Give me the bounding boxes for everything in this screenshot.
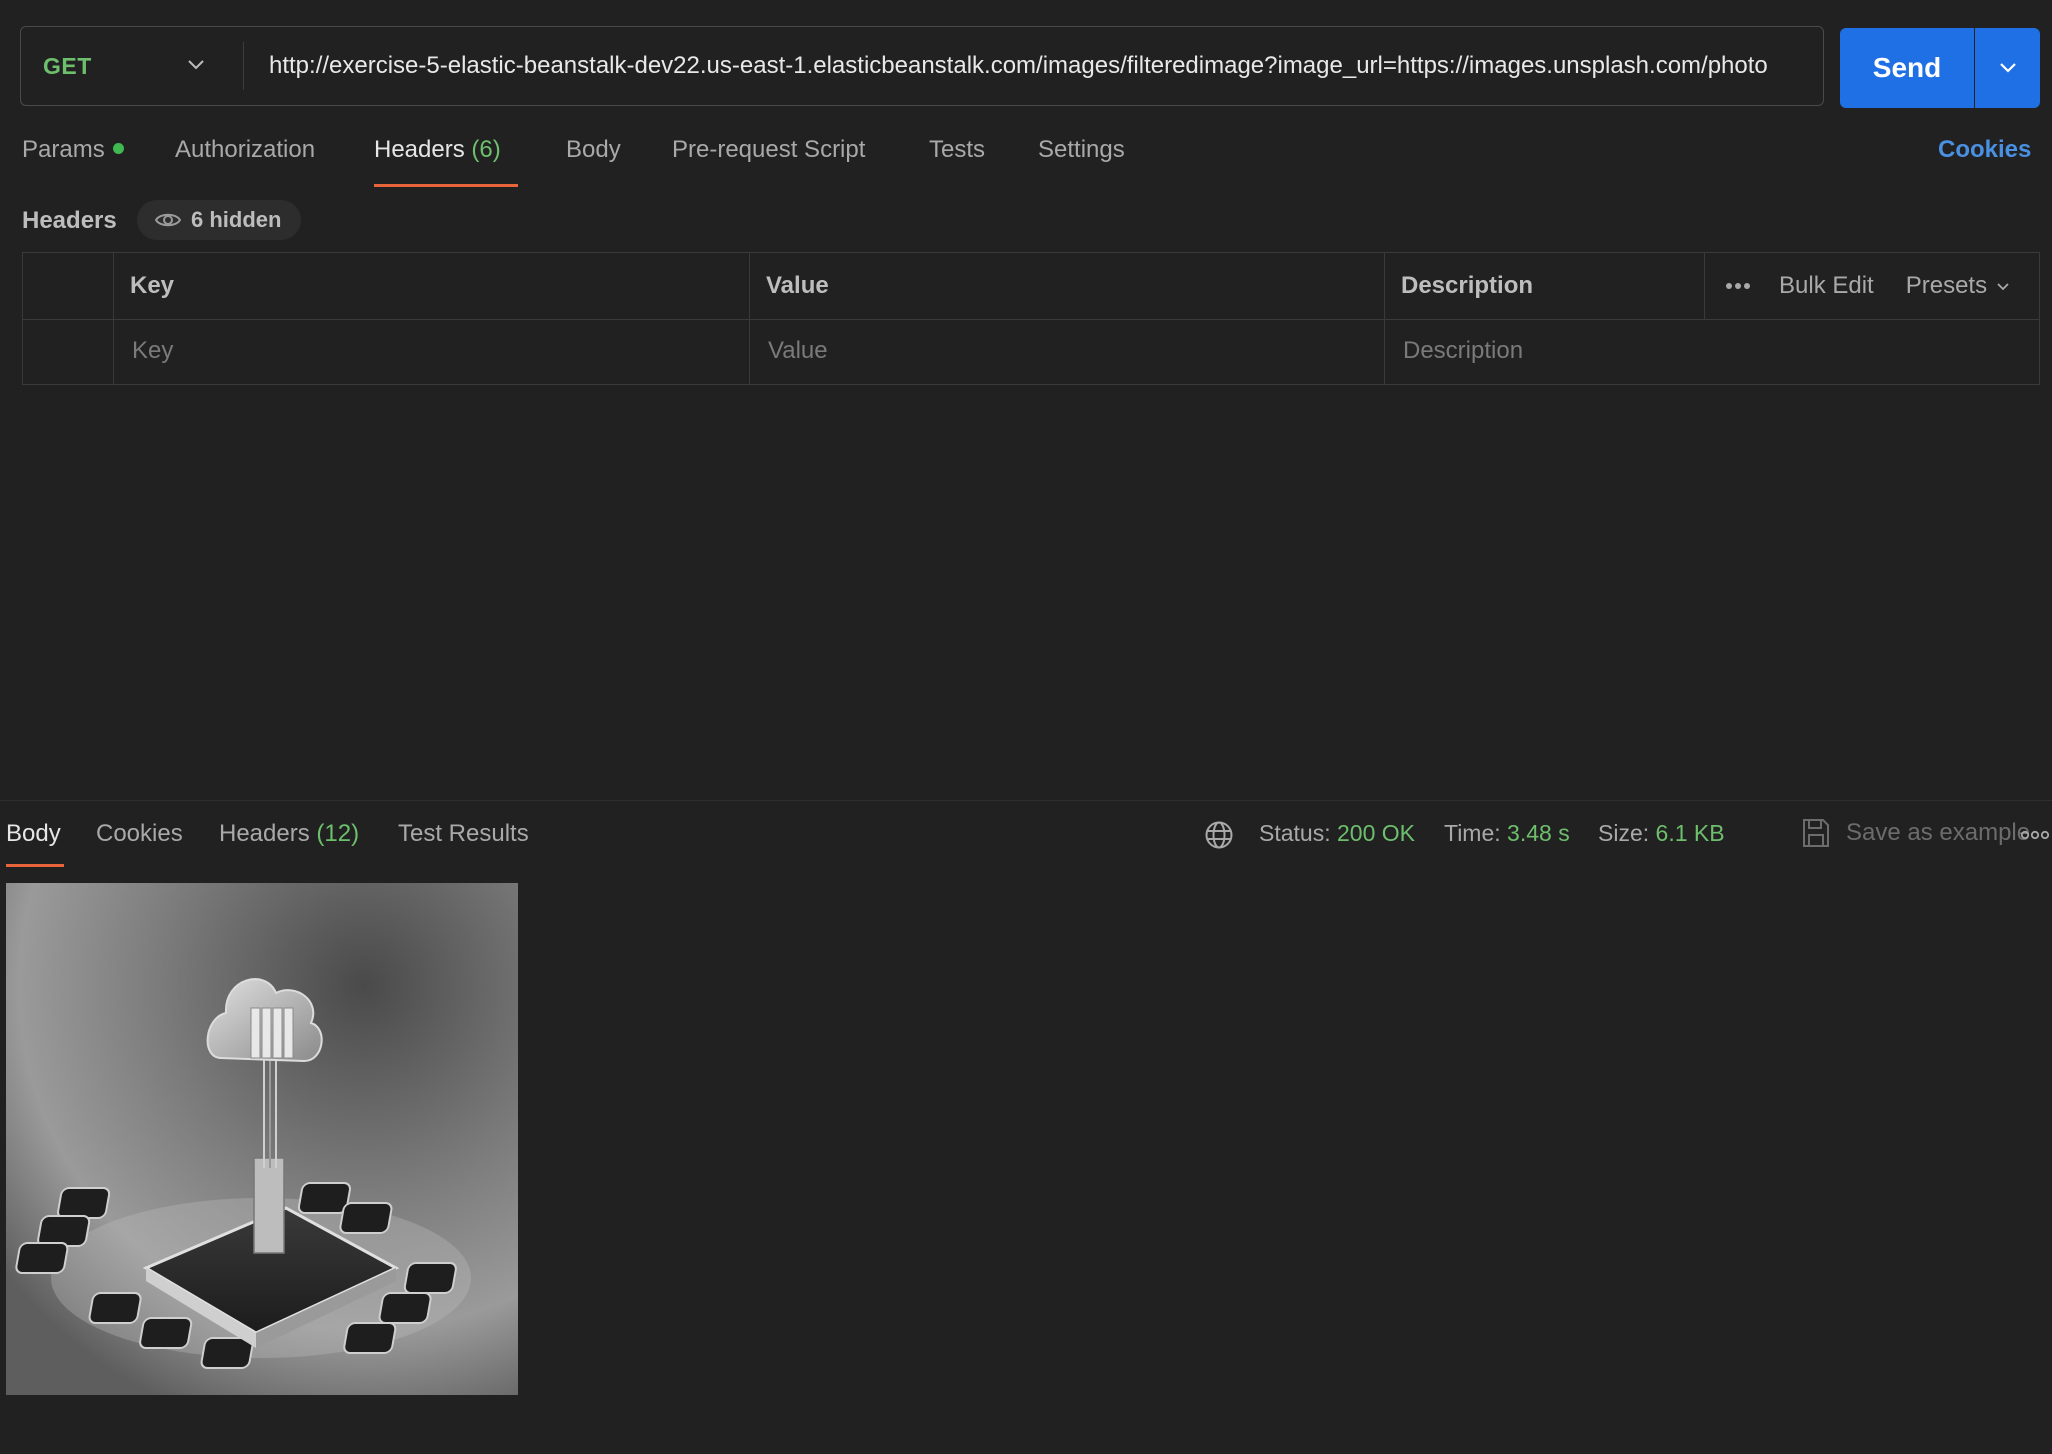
- tab-headers-count: (6): [471, 136, 501, 163]
- response-image: [6, 883, 518, 1395]
- time-value: 3.48 s: [1507, 820, 1570, 846]
- row-checkbox-cell: [23, 319, 114, 384]
- table-header-row: Key Value Description Bulk Edit Presets: [23, 253, 2039, 320]
- column-header-value: Value: [750, 253, 1385, 319]
- description-input[interactable]: Description: [1385, 319, 2039, 384]
- tab-params[interactable]: Params: [22, 136, 124, 184]
- size-value: 6.1 KB: [1655, 820, 1725, 846]
- tab-authorization[interactable]: Authorization: [175, 136, 315, 184]
- presets-label: Presets: [1905, 272, 1988, 299]
- hidden-headers-label: 6 hidden: [191, 207, 282, 232]
- column-header-description: Description: [1385, 253, 1705, 319]
- more-options-icon[interactable]: [1725, 282, 1751, 290]
- tab-headers-label: Headers: [374, 136, 465, 163]
- chevron-down-icon: [188, 60, 204, 70]
- method-select[interactable]: GET: [21, 27, 243, 105]
- checkbox-column-header: [23, 253, 114, 319]
- tab-settings[interactable]: Settings: [1038, 136, 1125, 184]
- presets-dropdown[interactable]: Presets: [1906, 272, 2011, 300]
- response-tab-body[interactable]: Body: [6, 820, 61, 848]
- hidden-headers-toggle[interactable]: 6 hidden: [137, 200, 302, 240]
- cloud-chip-illustration: [6, 883, 518, 1395]
- tab-body[interactable]: Body: [566, 136, 621, 184]
- save-as-example-button[interactable]: Save as example: [1802, 818, 2030, 848]
- tab-prerequest-script[interactable]: Pre-request Script: [672, 136, 865, 184]
- table-actions: Bulk Edit Presets: [1705, 253, 2039, 319]
- chevron-down-icon: [1999, 63, 2016, 73]
- tab-params-label: Params: [22, 136, 105, 163]
- eye-icon: [155, 213, 181, 227]
- response-tab-headers-label: Headers: [219, 820, 310, 847]
- save-icon: [1803, 819, 1829, 847]
- headers-section-title: Headers: [22, 207, 117, 234]
- status-label: Status:: [1259, 820, 1331, 846]
- cookies-link[interactable]: Cookies: [1938, 136, 2031, 164]
- globe-icon[interactable]: [1204, 820, 1234, 850]
- tab-tests[interactable]: Tests: [929, 136, 985, 184]
- send-button[interactable]: Send: [1840, 28, 1974, 108]
- response-tab-cookies[interactable]: Cookies: [96, 820, 183, 848]
- size-label: Size:: [1598, 820, 1650, 846]
- response-time[interactable]: Time: 3.48 s: [1444, 820, 1570, 847]
- response-status[interactable]: Status: 200 OK: [1259, 820, 1415, 847]
- url-bar: GET http://exercise-5-elastic-beanstalk-…: [20, 26, 1824, 106]
- url-input[interactable]: http://exercise-5-elastic-beanstalk-dev2…: [269, 27, 1799, 105]
- response-tab-headers-count: (12): [316, 820, 360, 847]
- bulk-edit-button[interactable]: Bulk Edit: [1779, 272, 1874, 300]
- response-tab-headers[interactable]: Headers (12): [219, 820, 359, 848]
- key-input[interactable]: Key: [114, 319, 750, 384]
- value-input[interactable]: Value: [750, 319, 1385, 384]
- pane-divider[interactable]: [0, 800, 2052, 801]
- response-active-tab-indicator: [6, 864, 64, 867]
- column-header-key: Key: [114, 253, 750, 319]
- params-active-dot: [112, 143, 124, 155]
- send-options-button[interactable]: [1975, 28, 2040, 108]
- save-as-example-label: Save as example: [1846, 819, 2031, 846]
- url-separator: [243, 42, 244, 90]
- response-tab-test-results[interactable]: Test Results: [398, 820, 529, 848]
- time-label: Time:: [1444, 820, 1501, 846]
- tab-headers[interactable]: Headers (6): [374, 136, 501, 184]
- active-tab-indicator: [374, 184, 518, 187]
- method-label: GET: [43, 52, 92, 79]
- response-size[interactable]: Size: 6.1 KB: [1598, 820, 1725, 847]
- headers-table: Key Value Description Bulk Edit Presets …: [22, 252, 2040, 385]
- status-value: 200 OK: [1337, 820, 1415, 846]
- more-options-icon[interactable]: [2020, 830, 2050, 840]
- chevron-down-icon: [1997, 283, 2009, 291]
